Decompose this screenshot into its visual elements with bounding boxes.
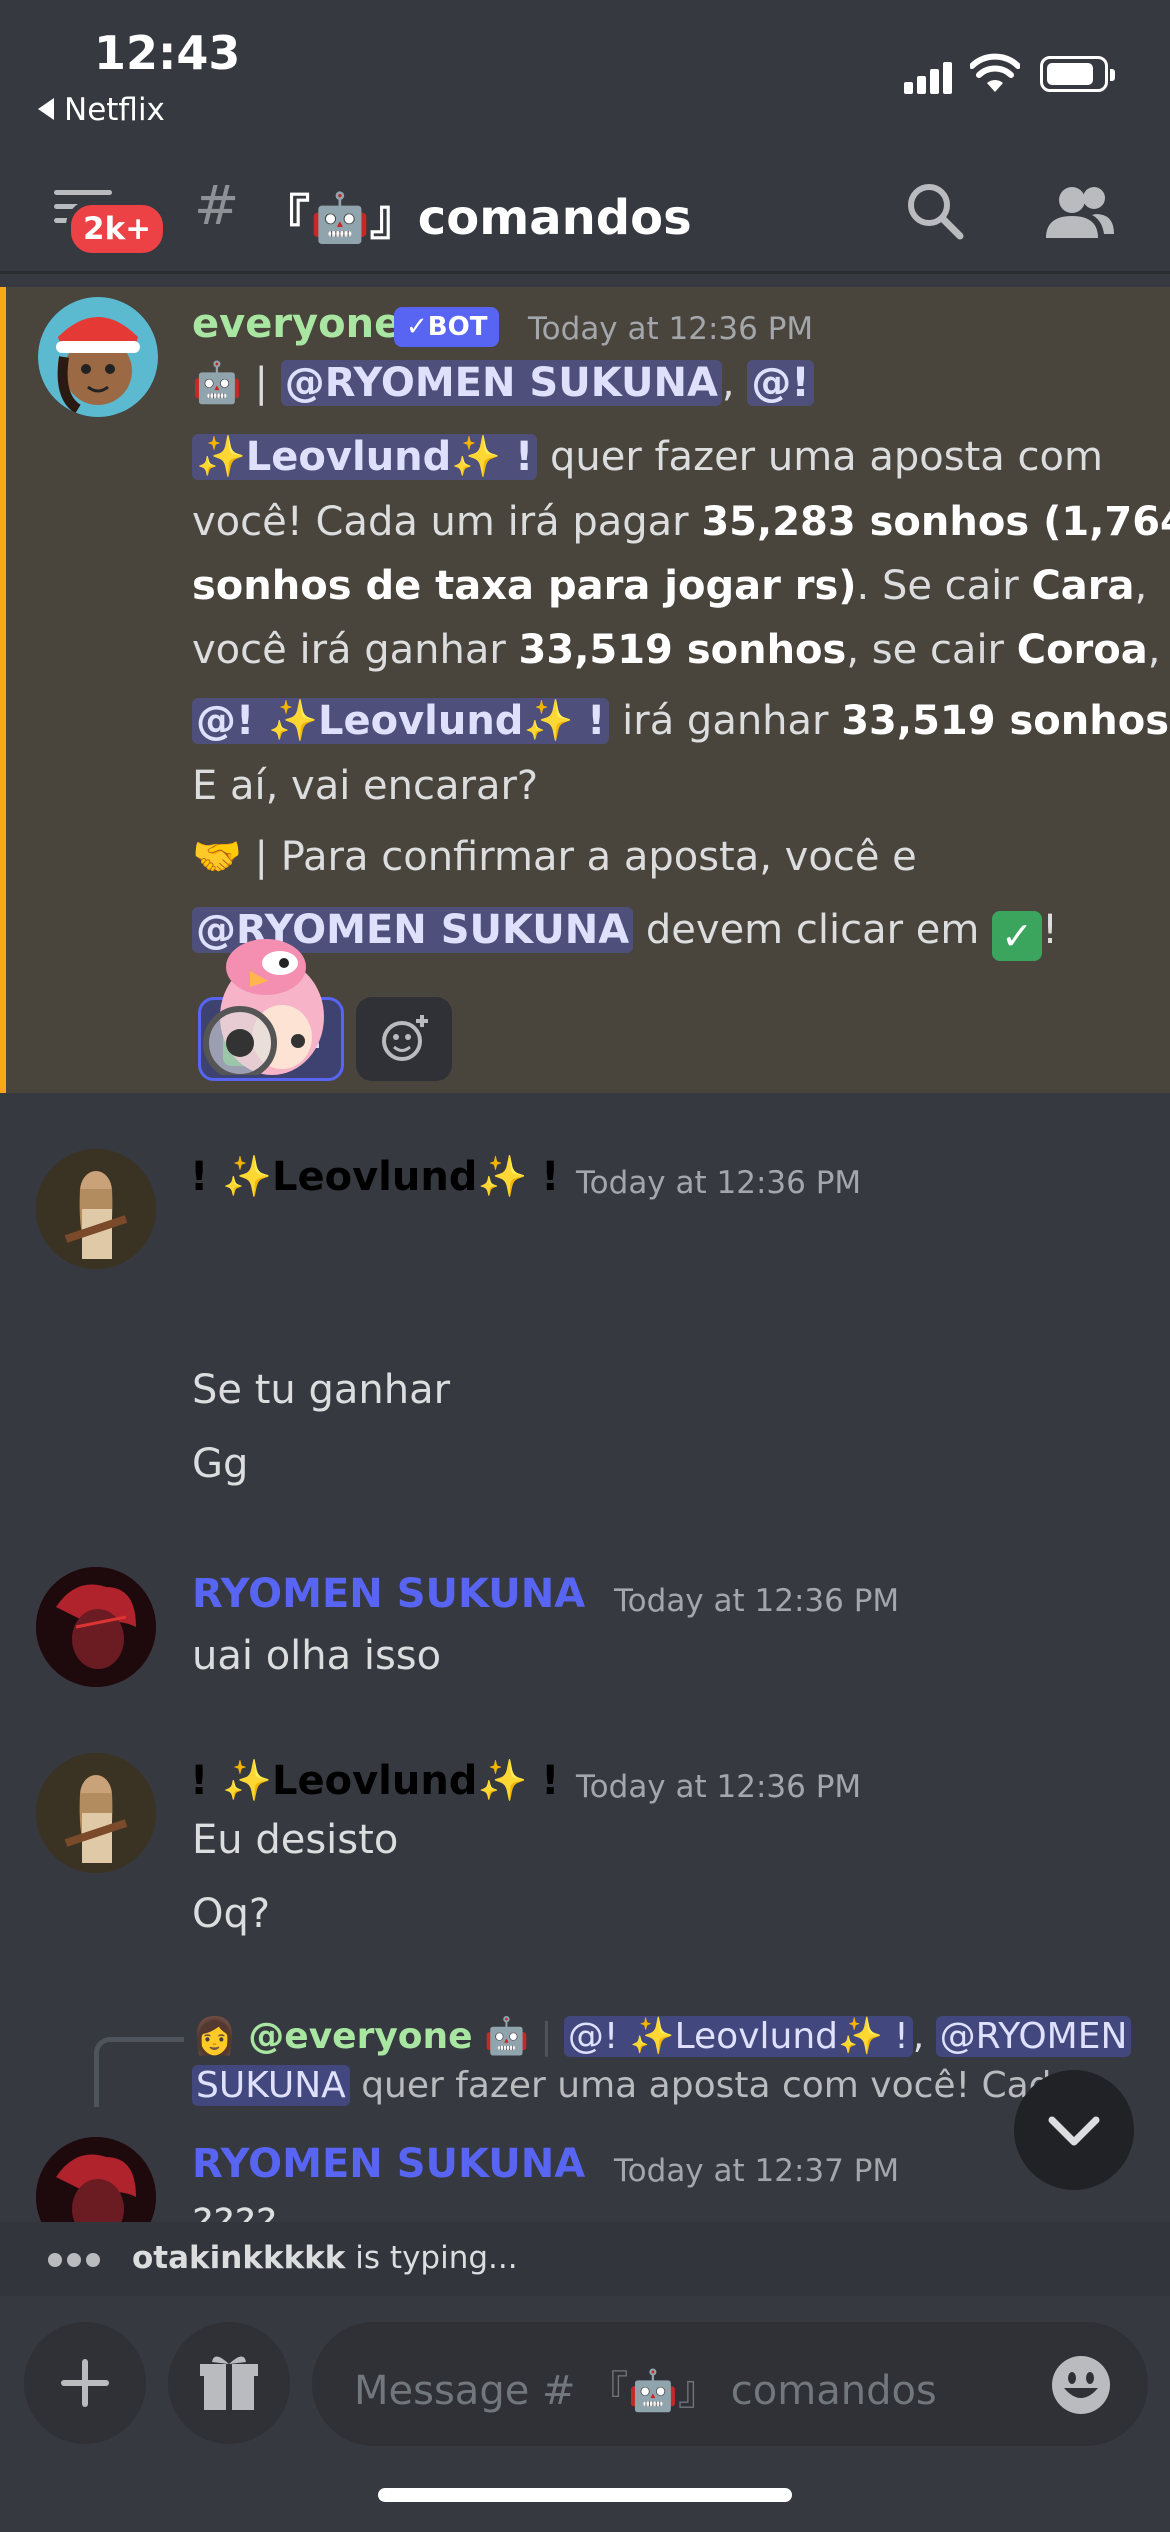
message-timestamp: Today at 12:36 PM [614,1583,900,1619]
message-timestamp: Today at 12:37 PM [614,2153,900,2189]
members-icon[interactable] [1044,182,1116,242]
message-text: ???? [192,2201,277,2222]
bot-line-7: E aí, vai encarar? [192,763,539,809]
message-list[interactable]: everyone ✓BOT Today at 12:36 PM 🤖 | @RYO… [0,277,1170,2222]
typing-indicator: otakinkkkkk is typing... [0,2222,1170,2296]
mention-leovlund[interactable]: @! [747,360,814,406]
bot-line-4: sonhos de taxa para jogar rs). Se cair C… [192,563,1148,609]
reply-connector [94,2037,184,2107]
bot-line-6: @! ✨Leovlund✨ ! irá ganhar 33,519 sonhos… [192,697,1170,744]
search-icon[interactable] [904,180,966,242]
home-indicator [378,2488,792,2502]
message-author[interactable]: ! ✨Leovlund✨ ! [190,1153,559,1200]
mention-leovlund-cont[interactable]: ✨Leovlund✨ ! [192,434,538,480]
bot-author-name[interactable]: everyone [192,301,401,347]
bot-line-2: ✨Leovlund✨ ! quer fazer uma aposta com [192,433,1103,480]
bot-line-3: você! Cada um irá pagar 35,283 sonhos (1… [192,499,1170,545]
status-time: 12:43 [94,26,241,80]
message-timestamp: Today at 12:36 PM [576,1769,862,1805]
message-text: Se tu ganhar [192,1367,451,1413]
leovlund-avatar-image [36,1149,156,1269]
gift-icon [200,2356,258,2410]
message-author[interactable]: RYOMEN SUKUNA [192,2141,585,2187]
chevron-down-icon [1048,2116,1100,2146]
message-author[interactable]: RYOMEN SUKUNA [192,1571,585,1617]
message-text: Gg [192,1441,249,1487]
attach-button[interactable] [24,2322,146,2444]
notification-badge: 2k+ [66,200,169,258]
gift-button[interactable] [168,2322,290,2444]
add-reaction-icon [382,1015,428,1061]
reply-mention-leovlund: @! ✨Leovlund✨ ! [563,2016,913,2057]
message-text: uai olha isso [192,1633,442,1679]
message-text: Eu desisto [192,1817,399,1863]
message-author[interactable]: ! ✨Leovlund✨ ! [190,1757,559,1804]
typing-dots-icon [48,2252,105,2271]
bot-avatar-image [38,297,158,417]
channel-header: 2k+ # 『🤖』comandos [0,150,1170,274]
wifi-icon [970,53,1020,92]
channel-title[interactable]: 『🤖』comandos [262,178,692,248]
plus-icon [61,2359,109,2407]
battery-icon [1040,56,1115,92]
bot-avatar[interactable] [38,297,158,417]
back-app-label: Netflix [64,92,165,128]
check-emoji-icon: ✓ [992,911,1043,961]
channel-hash-icon: # [194,174,240,237]
bot-line-5: você irá ganhar 33,519 sonhos, se cair C… [192,627,1161,673]
message-input-placeholder: Message # 『🤖』 comandos [354,2368,937,2414]
message-input[interactable]: Message # 『🤖』 comandos [312,2322,1148,2446]
bot-message: everyone ✓BOT Today at 12:36 PM 🤖 | @RYO… [0,287,1170,1093]
user-avatar[interactable] [36,1149,156,1269]
bot-line-1: 🤖 | @RYOMEN SUKUNA, @! [192,359,814,406]
typing-text: otakinkkkkk is typing... [132,2240,518,2276]
reply-preview[interactable]: 👩 @everyone 🤖 | @! ✨Leovlund✨ !, @RYOMEN [192,2015,1132,2057]
message-timestamp: Today at 12:36 PM [528,311,814,347]
reply-author: @everyone [248,2016,473,2057]
reply-mention-sukuna: @RYOMEN [935,2016,1132,2057]
bot-line-8: 🤝 | Para confirmar a aposta, você e [192,834,917,880]
user-avatar[interactable] [36,2137,156,2222]
back-to-app-link[interactable]: Netflix [38,92,165,128]
mention-leovlund-2[interactable]: @! ✨Leovlund✨ ! [192,698,610,744]
status-bar: 12:43 Netflix [0,0,1170,150]
sticker-image [203,939,324,1075]
message-timestamp: Today at 12:36 PM [576,1165,862,1201]
jump-to-bottom-button[interactable] [1014,2070,1134,2190]
emoji-picker-icon[interactable] [1050,2354,1112,2416]
bot-tag: ✓BOT [394,307,500,347]
reply-preview-cont[interactable]: SUKUNA quer fazer uma aposta com você! C… [192,2065,1052,2106]
user-avatar[interactable] [36,1567,156,1687]
sukuna-avatar-image [36,2137,156,2222]
back-arrow-icon [38,98,54,120]
bot-emoji-icon: 🤖 [484,2016,529,2057]
user-avatar[interactable] [36,1753,156,1873]
leovlund-avatar-image [36,1753,156,1873]
add-reaction-button[interactable] [356,997,452,1081]
reply-avatar-icon: 👩 [192,2016,237,2057]
sukuna-avatar-image [36,1567,156,1687]
cellular-signal-icon [904,60,954,94]
message-text: Oq? [192,1891,271,1937]
mention-sukuna[interactable]: @RYOMEN SUKUNA [280,360,722,406]
